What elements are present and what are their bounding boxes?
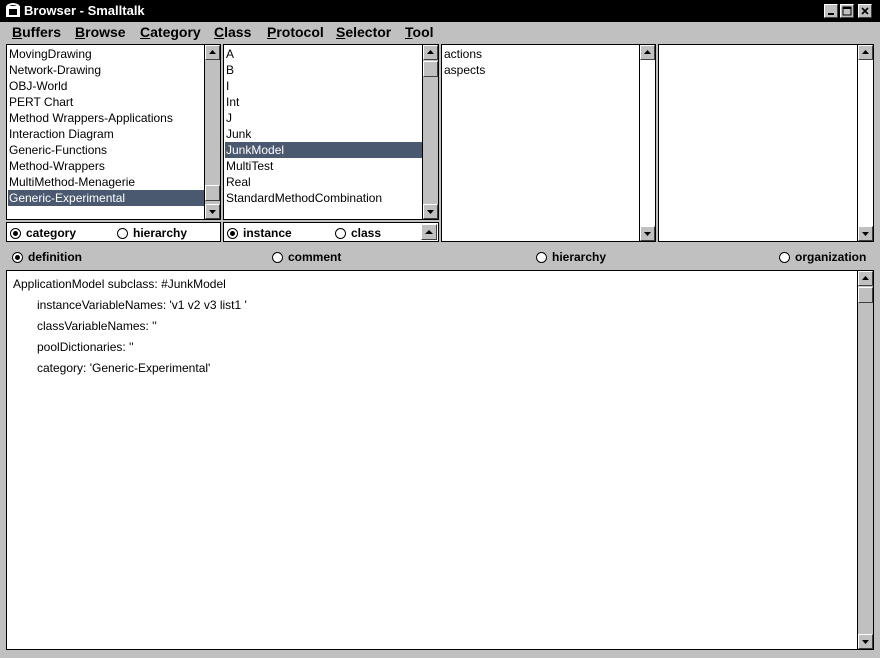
class-item[interactable]: J (226, 110, 232, 126)
category-list[interactable]: MovingDrawing Network-Drawing OBJ-World … (6, 44, 221, 220)
class-item[interactable]: MultiTest (226, 158, 273, 174)
menu-category[interactable]: Category (140, 24, 201, 40)
selector-scrollbar[interactable] (857, 45, 873, 241)
code-line[interactable]: classVariableNames: '' (37, 319, 157, 333)
class-menu-arrow-icon[interactable] (421, 224, 437, 240)
menu-protocol[interactable]: Protocol (267, 24, 324, 40)
code-line[interactable]: poolDictionaries: '' (37, 340, 134, 354)
protocol-scrollbar[interactable] (639, 45, 655, 241)
scroll-thumb[interactable] (205, 185, 220, 201)
class-item-selected[interactable]: JunkModel (225, 142, 423, 158)
class-list[interactable]: A B I Int J Junk JunkModel MultiTest Rea… (223, 44, 439, 220)
radio-selected-icon (227, 227, 238, 239)
code-scrollbar[interactable] (857, 271, 873, 649)
scroll-down-arrow-icon[interactable] (858, 634, 873, 649)
close-icon (859, 5, 871, 17)
scroll-up-arrow-icon[interactable] (640, 45, 655, 60)
close-button[interactable] (858, 4, 872, 18)
scroll-down-arrow-icon[interactable] (640, 226, 655, 241)
protocol-item[interactable]: aspects (444, 62, 485, 78)
category-item[interactable]: Interaction Diagram (9, 126, 114, 142)
class-item[interactable]: B (226, 62, 234, 78)
smalltalk-app-icon (5, 3, 21, 18)
category-item[interactable]: OBJ-World (9, 78, 67, 94)
category-mode-radios: category hierarchy (6, 222, 221, 242)
radio-class[interactable]: class (335, 226, 381, 240)
scroll-thumb[interactable] (423, 61, 438, 77)
protocol-item[interactable]: actions (444, 46, 482, 62)
protocol-list[interactable]: actions aspects (441, 44, 656, 242)
radio-unselected-icon (272, 251, 283, 263)
minimize-icon (825, 5, 837, 17)
scroll-up-arrow-icon[interactable] (858, 271, 873, 286)
category-item[interactable]: Network-Drawing (9, 62, 101, 78)
category-item[interactable]: MultiMethod-Menagerie (9, 174, 135, 190)
category-item[interactable]: Method Wrappers-Applications (9, 110, 173, 126)
radio-instance[interactable]: instance (227, 226, 292, 240)
radio-category[interactable]: category (10, 226, 76, 240)
maximize-button[interactable] (840, 4, 854, 18)
menu-selector[interactable]: Selector (336, 24, 391, 40)
menu-browse[interactable]: Browse (75, 24, 126, 40)
class-item[interactable]: Junk (226, 126, 251, 142)
radio-unselected-icon (335, 227, 346, 239)
class-item[interactable]: Int (226, 94, 239, 110)
selector-list[interactable] (658, 44, 874, 242)
scroll-down-arrow-icon[interactable] (205, 204, 220, 219)
class-item[interactable]: A (226, 46, 234, 62)
scroll-up-arrow-icon[interactable] (858, 45, 873, 60)
scroll-up-arrow-icon[interactable] (423, 45, 438, 60)
category-item-selected[interactable]: Generic-Experimental (8, 190, 205, 206)
radio-unselected-icon (779, 251, 790, 263)
instance-class-radios: instance class (223, 222, 439, 242)
menu-bar: Buffers Browse Category Class Protocol S… (0, 22, 880, 43)
radio-unselected-icon (536, 251, 547, 263)
category-item[interactable]: PERT Chart (9, 94, 73, 110)
radio-definition[interactable]: definition (12, 250, 82, 264)
maximize-icon (841, 5, 853, 17)
category-scrollbar[interactable] (204, 45, 220, 219)
code-line[interactable]: ApplicationModel subclass: #JunkModel (13, 277, 226, 291)
scroll-down-arrow-icon[interactable] (858, 226, 873, 241)
scroll-thumb[interactable] (858, 287, 873, 303)
window-title: Browser - Smalltalk (24, 3, 145, 18)
menu-buffers[interactable]: Buffers (12, 24, 61, 40)
category-item[interactable]: MovingDrawing (9, 46, 92, 62)
view-mode-radios: definition comment hierarchy organizatio… (0, 247, 880, 267)
radio-unselected-icon (117, 227, 128, 239)
code-editor[interactable]: ApplicationModel subclass: #JunkModel in… (6, 270, 874, 650)
scroll-down-arrow-icon[interactable] (423, 204, 438, 219)
radio-organization[interactable]: organization (779, 250, 866, 264)
title-bar: Browser - Smalltalk (0, 0, 880, 22)
class-item[interactable]: Real (226, 174, 251, 190)
class-item[interactable]: I (226, 78, 229, 94)
radio-hierarchy-view[interactable]: hierarchy (536, 250, 606, 264)
class-item[interactable]: StandardMethodCombination (226, 190, 382, 206)
category-item[interactable]: Method-Wrappers (9, 158, 105, 174)
minimize-button[interactable] (824, 4, 838, 18)
radio-selected-icon (12, 251, 23, 263)
code-line[interactable]: instanceVariableNames: 'v1 v2 v3 list1 ' (37, 298, 247, 312)
radio-hierarchy[interactable]: hierarchy (117, 226, 187, 240)
scroll-up-arrow-icon[interactable] (205, 45, 220, 60)
radio-selected-icon (10, 227, 21, 239)
radio-comment[interactable]: comment (272, 250, 341, 264)
menu-class[interactable]: Class (214, 24, 251, 40)
class-scrollbar[interactable] (422, 45, 438, 219)
code-line[interactable]: category: 'Generic-Experimental' (37, 361, 210, 375)
category-item[interactable]: Generic-Functions (9, 142, 107, 158)
menu-tool[interactable]: Tool (405, 24, 434, 40)
